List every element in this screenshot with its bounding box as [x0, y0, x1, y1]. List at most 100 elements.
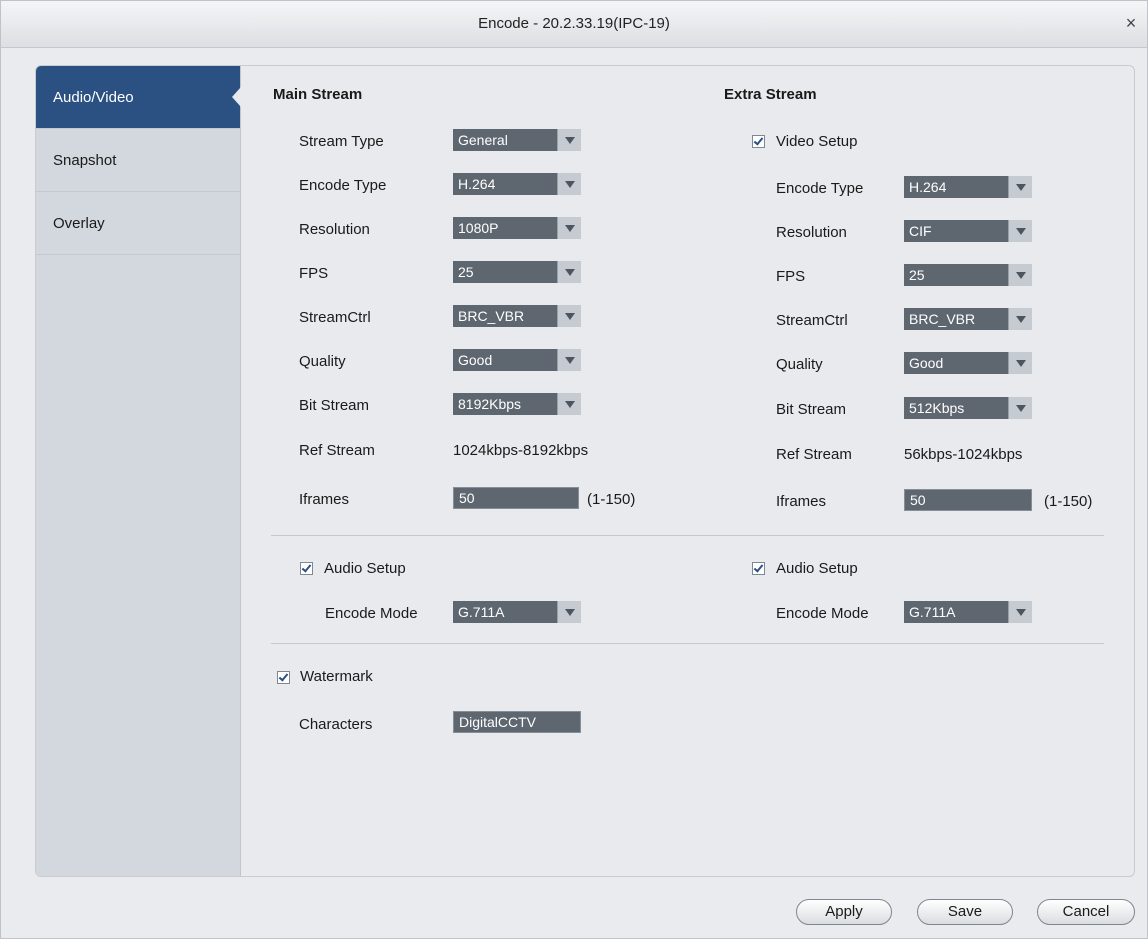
extra-audio-setup-checkbox[interactable] — [752, 562, 765, 575]
sidebar-item-snapshot[interactable]: Snapshot — [36, 129, 240, 192]
main-bit-stream-select[interactable]: 8192Kbps — [453, 393, 581, 415]
main-iframes-range: (1-150) — [587, 491, 636, 508]
chevron-down-icon — [557, 261, 581, 283]
encode-dialog: Encode - 20.2.33.19(IPC-19) × Audio/Vide… — [0, 0, 1148, 939]
chevron-down-icon — [1008, 264, 1032, 286]
main-bit-stream-value: 8192Kbps — [458, 396, 522, 412]
sidebar-item-overlay[interactable]: Overlay — [36, 192, 240, 255]
main-iframes-label: Iframes — [299, 491, 350, 508]
main-stream-type-select[interactable]: General — [453, 129, 581, 151]
main-stream-type-value: General — [458, 132, 508, 148]
settings-panel: Audio/Video Snapshot Overlay Main Stream… — [35, 65, 1135, 877]
extra-ref-stream-value: 56kbps-1024kbps — [904, 446, 1023, 463]
divider — [271, 535, 1104, 536]
extra-resolution-label: Resolution — [776, 224, 847, 241]
main-fps-select[interactable]: 25 — [453, 261, 581, 283]
extra-encode-mode-select[interactable]: G.711A — [904, 601, 1032, 623]
chevron-down-icon — [1008, 308, 1032, 330]
sidebar: Audio/Video Snapshot Overlay — [36, 66, 241, 876]
main-encode-type-value: H.264 — [458, 176, 496, 192]
main-encode-mode-select[interactable]: G.711A — [453, 601, 581, 623]
chevron-down-icon — [557, 393, 581, 415]
extra-fps-label: FPS — [776, 268, 806, 285]
extra-encode-mode-label: Encode Mode — [776, 605, 869, 622]
extra-ref-stream-label: Ref Stream — [776, 446, 852, 463]
extra-encode-type-label: Encode Type — [776, 180, 864, 197]
main-stream-title: Main Stream — [273, 86, 363, 103]
extra-fps-value: 25 — [909, 267, 925, 283]
main-encode-mode-label: Encode Mode — [325, 605, 418, 622]
save-button[interactable]: Save — [917, 899, 1013, 925]
main-resolution-select[interactable]: 1080P — [453, 217, 581, 239]
main-bit-stream-label: Bit Stream — [299, 397, 370, 414]
extra-iframes-range: (1-150) — [1044, 493, 1093, 510]
extra-video-setup-checkbox[interactable] — [752, 135, 765, 148]
extra-iframes-value: 50 — [910, 492, 926, 508]
main-audio-setup-label: Audio Setup — [324, 560, 406, 577]
main-iframes-value: 50 — [459, 490, 475, 506]
extra-streamctrl-label: StreamCtrl — [776, 312, 848, 329]
extra-bit-stream-label: Bit Stream — [776, 401, 847, 418]
extra-encode-type-value: H.264 — [909, 179, 947, 195]
chevron-down-icon — [1008, 601, 1032, 623]
main-ref-stream-label: Ref Stream — [299, 442, 375, 459]
main-quality-select[interactable]: Good — [453, 349, 581, 371]
divider — [271, 643, 1104, 644]
main-fps-label: FPS — [299, 265, 329, 282]
extra-iframes-label: Iframes — [776, 493, 827, 510]
chevron-down-icon — [557, 173, 581, 195]
chevron-down-icon — [557, 349, 581, 371]
extra-encode-mode-value: G.711A — [909, 604, 956, 620]
close-icon[interactable]: × — [1121, 13, 1141, 33]
main-ref-stream-value: 1024kbps-8192kbps — [453, 442, 589, 459]
main-stream-type-label: Stream Type — [299, 133, 384, 150]
main-resolution-label: Resolution — [299, 221, 370, 238]
extra-bit-stream-value: 512Kbps — [909, 400, 965, 416]
cancel-button[interactable]: Cancel — [1037, 899, 1135, 925]
audio-video-content: Main Stream Stream Type General Encode T… — [241, 66, 1134, 876]
chevron-down-icon — [1008, 397, 1032, 419]
extra-streamctrl-value: BRC_VBR — [909, 311, 976, 327]
chevron-down-icon — [1008, 352, 1032, 374]
apply-button[interactable]: Apply — [796, 899, 892, 925]
characters-value: DigitalCCTV — [459, 714, 537, 730]
extra-stream-title: Extra Stream — [724, 86, 817, 103]
watermark-label: Watermark — [300, 668, 373, 685]
extra-iframes-input[interactable]: 50 — [904, 489, 1032, 511]
extra-quality-value: Good — [909, 355, 944, 371]
extra-resolution-select[interactable]: CIF — [904, 220, 1032, 242]
main-encode-type-label: Encode Type — [299, 177, 387, 194]
extra-quality-label: Quality — [776, 356, 823, 373]
main-streamctrl-value: BRC_VBR — [458, 308, 525, 324]
main-quality-value: Good — [458, 352, 493, 368]
extra-resolution-value: CIF — [909, 223, 932, 239]
main-audio-setup-checkbox[interactable] — [300, 562, 313, 575]
extra-streamctrl-select[interactable]: BRC_VBR — [904, 308, 1032, 330]
extra-encode-type-select[interactable]: H.264 — [904, 176, 1032, 198]
extra-fps-select[interactable]: 25 — [904, 264, 1032, 286]
main-iframes-input[interactable]: 50 — [453, 487, 579, 509]
main-fps-value: 25 — [458, 264, 474, 280]
main-resolution-value: 1080P — [458, 220, 499, 236]
characters-input[interactable]: DigitalCCTV — [453, 711, 581, 733]
chevron-down-icon — [557, 217, 581, 239]
sidebar-item-audio-video[interactable]: Audio/Video — [36, 66, 241, 129]
chevron-down-icon — [1008, 220, 1032, 242]
main-encode-mode-value: G.711A — [458, 604, 505, 620]
watermark-checkbox[interactable] — [277, 671, 290, 684]
main-encode-type-select[interactable]: H.264 — [453, 173, 581, 195]
characters-label: Characters — [299, 716, 373, 733]
extra-audio-setup-label: Audio Setup — [776, 560, 858, 577]
main-streamctrl-select[interactable]: BRC_VBR — [453, 305, 581, 327]
chevron-down-icon — [557, 305, 581, 327]
extra-bit-stream-select[interactable]: 512Kbps — [904, 397, 1032, 419]
window-title: Encode - 20.2.33.19(IPC-19) — [478, 15, 670, 32]
chevron-down-icon — [557, 601, 581, 623]
chevron-down-icon — [557, 129, 581, 151]
main-quality-label: Quality — [299, 353, 346, 370]
main-streamctrl-label: StreamCtrl — [299, 309, 371, 326]
extra-quality-select[interactable]: Good — [904, 352, 1032, 374]
extra-video-setup-label: Video Setup — [776, 133, 858, 150]
chevron-down-icon — [1008, 176, 1032, 198]
title-bar: Encode - 20.2.33.19(IPC-19) × — [1, 1, 1147, 48]
